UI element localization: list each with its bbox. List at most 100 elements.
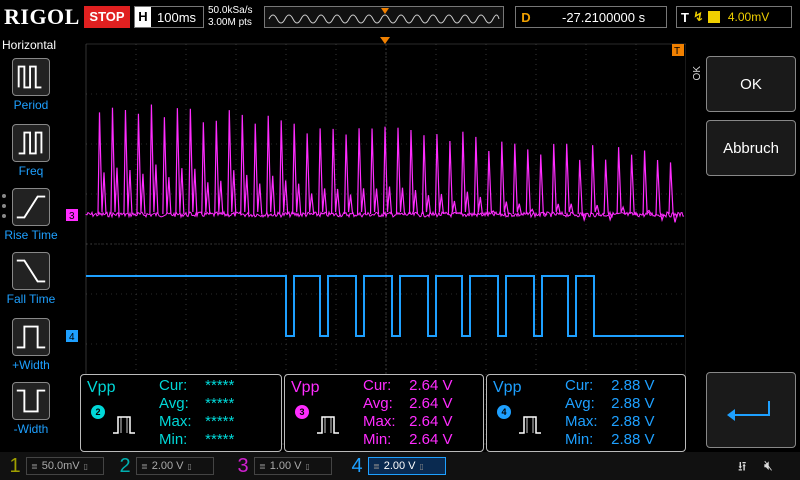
menu-item-label: +Width bbox=[12, 358, 50, 372]
ch3-spike bbox=[253, 123, 263, 215]
enter-arrow-icon bbox=[727, 401, 770, 421]
channel-3-status[interactable]: 3 ≣ 1.00 V ▯ bbox=[232, 454, 332, 478]
ch3-spike bbox=[499, 141, 509, 215]
menu-side-label: OK bbox=[692, 66, 703, 81]
menu-item-rise-time[interactable]: Rise Time bbox=[0, 188, 62, 242]
value-max: ***** bbox=[205, 413, 235, 430]
memory-timeline-graphic bbox=[268, 8, 500, 24]
channel-scale-box: ≣ 2.00 V ▯ bbox=[136, 457, 214, 475]
timebase-display[interactable]: H 100ms bbox=[134, 6, 204, 28]
measurement-values: Cur: 2.64 V Avg: 2.64 V Max: 2.64 V Min:… bbox=[363, 377, 453, 448]
ch3-spike bbox=[292, 123, 302, 215]
measurement-values: Cur: ***** Avg: ***** Max: ***** Min: **… bbox=[159, 377, 235, 448]
measurement-panel-ch3[interactable]: Vpp 3 Cur: 2.64 V Avg: 2.64 V Max: 2.64 … bbox=[284, 374, 484, 452]
ch3-spike bbox=[188, 108, 198, 215]
measurement-name: Vpp bbox=[493, 379, 522, 396]
value-max: 2.88 V bbox=[611, 413, 655, 430]
run-stop-indicator[interactable]: STOP bbox=[84, 6, 130, 28]
pulse-icon bbox=[519, 416, 541, 434]
horizontal-menu: Horizontal Period Freq Rise Time Fall Ti… bbox=[0, 36, 62, 452]
menu-item-period[interactable]: Period bbox=[0, 58, 62, 112]
channel-4-status[interactable]: 4 ≣ 2.00 V ▯ bbox=[346, 454, 446, 478]
timeline-trigger-marker bbox=[381, 8, 389, 14]
svg-text:T: T bbox=[674, 46, 680, 57]
trigger-display[interactable]: T ↯ 4.00mV bbox=[676, 6, 792, 28]
measurement-name: Vpp bbox=[87, 379, 116, 396]
ch4-trace-line bbox=[86, 275, 684, 337]
ch3-spike bbox=[356, 128, 367, 215]
channel-1-status[interactable]: 1 ≣ 50.0mV ▯ bbox=[4, 454, 104, 478]
menu-item-label: -Width bbox=[13, 422, 49, 436]
ch3-spike bbox=[460, 131, 470, 215]
menu-item-label: Freq bbox=[18, 164, 44, 178]
trigger-source-icon bbox=[707, 11, 720, 23]
ok-button[interactable]: OK bbox=[706, 56, 796, 112]
ch3-spike bbox=[305, 133, 315, 215]
trigger-position-marker bbox=[380, 37, 390, 44]
enter-button[interactable] bbox=[706, 372, 796, 448]
top-status-bar: RIGOL STOP H 100ms 50.0kSa/s 3.00M pts D… bbox=[0, 0, 800, 36]
ch3-spike bbox=[382, 126, 393, 215]
ch3-spike bbox=[512, 143, 522, 215]
channel-scale-box: ≣ 50.0mV ▯ bbox=[26, 457, 104, 475]
ch3-spike bbox=[331, 128, 341, 215]
svg-text:3: 3 bbox=[69, 211, 75, 222]
menu-item-freq[interactable]: Freq bbox=[0, 124, 62, 178]
menu-item-label: Fall Time bbox=[6, 292, 56, 306]
channel-badge: 3 bbox=[295, 405, 309, 419]
value-min: 2.88 V bbox=[611, 431, 655, 448]
channel-number: 4 bbox=[351, 454, 363, 477]
brand-logo: RIGOL bbox=[4, 4, 80, 29]
cancel-button[interactable]: Abbruch bbox=[706, 120, 796, 176]
ch3-spike bbox=[110, 107, 120, 215]
ch3-spike bbox=[201, 122, 211, 215]
horizontal-key: H bbox=[135, 7, 151, 27]
menu-title: Horizontal bbox=[2, 38, 57, 52]
fall-edge-icon bbox=[12, 252, 50, 290]
measurement-panel-ch4[interactable]: Vpp 4 Cur: 2.88 V Avg: 2.88 V Max: 2.88 … bbox=[486, 374, 686, 452]
ch3-spike bbox=[525, 149, 535, 215]
channel-2-status[interactable]: 2 ≣ 2.00 V ▯ bbox=[114, 454, 214, 478]
measurement-panel-ch2[interactable]: Vpp 2 Cur: ***** Avg: ***** Max: ***** M… bbox=[80, 374, 282, 452]
ch3-spike bbox=[123, 109, 133, 215]
pulse-icon bbox=[317, 416, 339, 434]
value-min: 2.64 V bbox=[409, 431, 453, 448]
channel-badge: 2 bbox=[91, 405, 105, 419]
delay-key: D bbox=[521, 9, 531, 25]
menu-item-label: Rise Time bbox=[4, 228, 58, 242]
ch3-spike bbox=[227, 110, 237, 215]
menu-item-negative-width[interactable]: -Width bbox=[0, 382, 62, 436]
ch3-spike bbox=[369, 128, 380, 215]
menu-item-fall-time[interactable]: Fall Time bbox=[0, 252, 62, 306]
rise-edge-icon bbox=[12, 188, 50, 226]
ch3-spike bbox=[473, 136, 483, 215]
ch3-spike bbox=[395, 127, 406, 215]
value-min: ***** bbox=[205, 431, 235, 448]
ch3-spike bbox=[447, 140, 457, 215]
ch3-spike bbox=[629, 154, 639, 216]
ch4-waveform bbox=[86, 275, 684, 337]
freq-pulse-icon bbox=[12, 124, 50, 162]
channel-scale: 2.00 V bbox=[151, 460, 184, 472]
channel-scale: 2.00 V bbox=[383, 460, 416, 472]
ch3-spike bbox=[551, 143, 561, 215]
ch3-spike bbox=[538, 154, 548, 216]
ch3-spike bbox=[564, 143, 574, 215]
channel-scale-box: ≣ 2.00 V ▯ bbox=[368, 457, 446, 475]
memory-depth: 3.00M pts bbox=[208, 17, 252, 28]
timebase-value: 100ms bbox=[157, 9, 197, 25]
ch3-spike bbox=[136, 113, 146, 215]
period-pulse-icon bbox=[12, 58, 50, 96]
usb-icon: ⭿ bbox=[738, 459, 747, 474]
softkey-menu: OK OK Abbruch bbox=[688, 36, 800, 452]
value-avg: ***** bbox=[205, 395, 235, 412]
menu-item-positive-width[interactable]: +Width bbox=[0, 318, 62, 372]
channel-scale: 1.00 V bbox=[269, 460, 302, 472]
ch3-spike bbox=[655, 159, 665, 223]
channel-scale-box: ≣ 1.00 V ▯ bbox=[254, 457, 332, 475]
speaker-muted-icon[interactable]: 🔇︎ bbox=[764, 457, 773, 474]
trigger-level-marker: T bbox=[672, 44, 684, 57]
delay-display[interactable]: D -27.2100000 s bbox=[515, 6, 667, 28]
measurement-values: Cur: 2.88 V Avg: 2.88 V Max: 2.88 V Min:… bbox=[565, 377, 655, 448]
memory-timeline[interactable] bbox=[264, 6, 504, 28]
